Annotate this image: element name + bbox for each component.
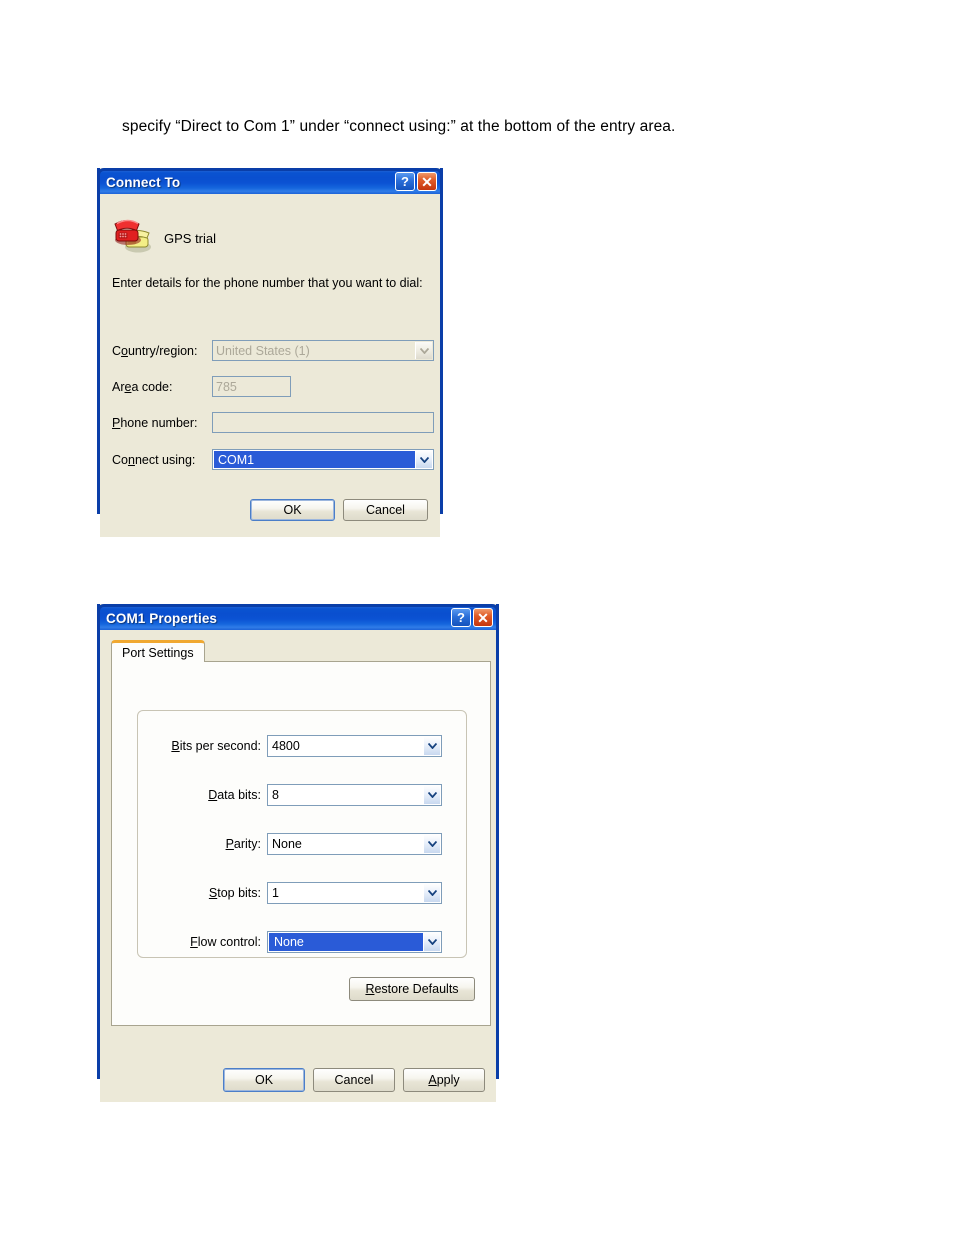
cancel-button[interactable]: Cancel	[343, 499, 428, 521]
help-button[interactable]: ?	[451, 608, 471, 627]
area-code-row: Area code: 785	[112, 376, 434, 397]
close-icon: ✕	[477, 609, 489, 626]
close-icon: ✕	[421, 173, 433, 190]
area-code-label: Area code:	[112, 379, 173, 394]
country-region-value: United States (1)	[216, 343, 310, 358]
telephone-icon	[112, 214, 156, 254]
tab-port-settings[interactable]: Port Settings	[111, 640, 205, 662]
close-button[interactable]: ✕	[417, 172, 437, 191]
stop-bits-value: 1	[272, 886, 279, 900]
page-body-text: specify “Direct to Com 1” under “connect…	[122, 118, 676, 135]
area-code-input[interactable]: 785	[212, 376, 291, 397]
stop-bits-row: Stop bits: 1	[137, 882, 442, 904]
question-mark-icon: ?	[457, 610, 465, 625]
country-region-combo[interactable]: United States (1)	[212, 340, 434, 361]
com1-titlebar[interactable]: COM1 Properties ? ✕	[97, 604, 499, 630]
cancel-button[interactable]: Cancel	[313, 1068, 395, 1092]
com1-button-bar: OK Cancel Apply	[100, 1068, 496, 1092]
com1-body: Port Settings Bits per second: 4800 Data…	[100, 630, 496, 1102]
chevron-down-icon[interactable]	[423, 835, 440, 853]
stop-bits-combo[interactable]: 1	[267, 882, 442, 904]
phone-number-label: Phone number:	[112, 415, 198, 430]
connection-name: GPS trial	[164, 230, 217, 246]
connection-identity: GPS trial	[112, 214, 216, 254]
parity-value: None	[272, 837, 302, 851]
connect-using-label: Connect using:	[112, 452, 196, 467]
connect-to-body: GPS trial Enter details for the phone nu…	[100, 194, 440, 537]
connect-using-value: COM1	[218, 452, 255, 467]
apply-button[interactable]: Apply	[403, 1068, 485, 1092]
ok-button[interactable]: OK	[223, 1068, 305, 1092]
ok-button[interactable]: OK	[250, 499, 335, 521]
chevron-down-icon[interactable]	[423, 884, 440, 902]
connect-to-instruction: Enter details for the phone number that …	[112, 276, 423, 290]
parity-combo[interactable]: None	[267, 833, 442, 855]
chevron-down-icon[interactable]	[415, 451, 432, 468]
bits-per-second-value: 4800	[272, 739, 300, 753]
flow-control-value: None	[274, 935, 304, 949]
parity-row: Parity: None	[137, 833, 442, 855]
phone-number-input[interactable]	[212, 412, 434, 433]
restore-defaults-button[interactable]: Restore Defaults	[349, 977, 475, 1001]
bits-per-second-combo[interactable]: 4800	[267, 735, 442, 757]
data-bits-label: Data bits:	[208, 788, 261, 802]
com1-title: COM1 Properties	[106, 611, 218, 626]
flow-control-row: Flow control: None	[137, 931, 442, 953]
connect-to-titlebar[interactable]: Connect To ? ✕	[97, 168, 443, 194]
connect-to-title: Connect To	[106, 175, 181, 190]
data-bits-value: 8	[272, 788, 279, 802]
area-code-value: 785	[216, 379, 237, 394]
connect-using-row: Connect using: COM1	[112, 449, 434, 470]
port-settings-panel: Bits per second: 4800 Data bits: 8 Parit…	[111, 661, 491, 1026]
chevron-down-icon[interactable]	[415, 342, 432, 359]
com1-titlebar-buttons: ? ✕	[451, 608, 493, 627]
bits-per-second-label: Bits per second:	[171, 739, 261, 753]
stop-bits-label: Stop bits:	[208, 886, 261, 900]
question-mark-icon: ?	[401, 174, 409, 189]
country-region-label: Country/region:	[112, 343, 198, 358]
connect-using-combo[interactable]: COM1	[212, 449, 434, 470]
data-bits-combo[interactable]: 8	[267, 784, 442, 806]
com1-properties-dialog: COM1 Properties ? ✕ Port Settings Bits p…	[97, 604, 499, 1102]
tabstrip: Port Settings	[111, 640, 485, 662]
chevron-down-icon[interactable]	[423, 786, 440, 804]
phone-number-row: Phone number:	[112, 412, 434, 433]
bits-per-second-row: Bits per second: 4800	[137, 735, 442, 757]
close-button[interactable]: ✕	[473, 608, 493, 627]
parity-label: Parity:	[225, 837, 261, 851]
help-button[interactable]: ?	[395, 172, 415, 191]
connect-to-dialog: Connect To ? ✕ GPS trial Enter details f…	[97, 168, 443, 537]
country-region-row: Country/region: United States (1)	[112, 340, 434, 361]
connect-to-titlebar-buttons: ? ✕	[395, 172, 437, 191]
flow-control-label: Flow control:	[190, 935, 261, 949]
data-bits-row: Data bits: 8	[137, 784, 442, 806]
chevron-down-icon[interactable]	[423, 737, 440, 755]
chevron-down-icon[interactable]	[423, 933, 440, 951]
flow-control-combo[interactable]: None	[267, 931, 442, 953]
